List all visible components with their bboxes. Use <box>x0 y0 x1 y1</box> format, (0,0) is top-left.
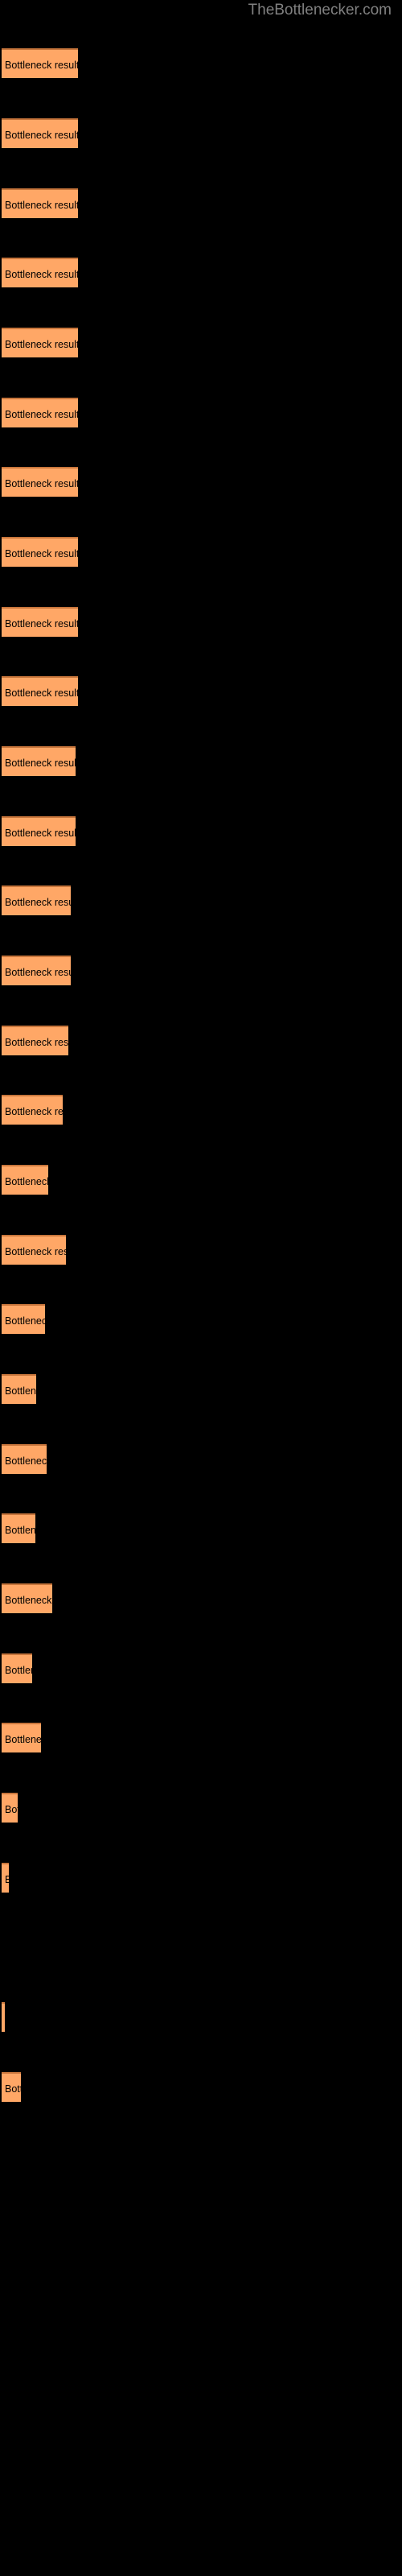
bar-label: Bottleneck result <box>5 1315 45 1327</box>
bar-label: Bottleneck result <box>5 828 76 839</box>
bar-label: Bottleneck result <box>5 1176 48 1187</box>
bar[interactable]: Bottleneck result <box>2 1374 36 1404</box>
bar-label: Bottleneck result <box>5 409 78 420</box>
bar[interactable]: Bottleneck result <box>2 1583 52 1613</box>
bar[interactable]: Bottleneck result <box>2 398 78 427</box>
bar[interactable]: Bottleneck result <box>2 2072 21 2102</box>
bar[interactable]: Bottleneck result <box>2 746 76 776</box>
bar[interactable]: Bottleneck result <box>2 1235 66 1265</box>
bar-label: Bottleneck result <box>5 1385 36 1397</box>
bar[interactable]: Bottleneck result <box>2 1863 9 1893</box>
bar-label: Bottleneck result <box>5 1864 9 1893</box>
bar[interactable]: Bottleneck result <box>2 607 78 637</box>
bar[interactable]: Bottleneck result <box>2 1444 47 1474</box>
bar[interactable]: Bottleneck result <box>2 1095 63 1125</box>
bar[interactable]: Bottleneck result <box>2 467 78 497</box>
bar-label: Bottleneck result <box>5 2083 21 2095</box>
bar[interactable]: Bottleneck result <box>2 816 76 846</box>
bar-label: Bottleneck result <box>5 1455 47 1467</box>
bar[interactable]: Bottleneck result <box>2 537 78 567</box>
bar-label: Bottleneck result <box>5 897 71 908</box>
bar[interactable]: Bottleneck result <box>2 188 78 218</box>
bar[interactable]: Bottleneck result <box>2 2002 5 2032</box>
bar-label: Bottleneck result <box>5 758 76 769</box>
bar-series: Bottleneck result Bottleneck result Bottle… <box>0 0 402 2576</box>
bar-label: Bottleneck result <box>5 1525 35 1536</box>
bar-label: Bottleneck result <box>5 130 78 141</box>
bar[interactable]: Bottleneck result <box>2 118 78 148</box>
bar-label: Bottleneck result <box>5 548 78 559</box>
bar-label: Bottleneck result <box>5 1665 32 1676</box>
bottleneck-bar-chart: TheBottlenecker.com Bottleneck result Bot… <box>0 0 402 2576</box>
bar[interactable]: Bottleneck result <box>2 1723 41 1752</box>
bar[interactable]: Bottleneck result <box>2 1793 18 1823</box>
bar-label: Bottleneck result <box>5 1734 41 1745</box>
bar-label: Bottleneck result <box>5 687 78 699</box>
bar[interactable]: Bottleneck result <box>2 1304 45 1334</box>
bar[interactable]: Bottleneck result <box>2 258 78 287</box>
bar[interactable]: Bottleneck result <box>2 1026 68 1055</box>
bar[interactable]: Bottleneck result <box>2 328 78 357</box>
bar-label: Bottleneck result <box>5 967 71 978</box>
bar[interactable]: Bottleneck result <box>2 1513 35 1543</box>
bar[interactable]: Bottleneck result <box>2 956 71 985</box>
bar[interactable]: Bottleneck result <box>2 676 78 706</box>
bar-label: Bottleneck result <box>5 478 78 489</box>
bar-label: Bottleneck result <box>5 1595 52 1606</box>
bar[interactable]: Bottleneck result <box>2 1653 32 1683</box>
bar-label: Bottleneck result <box>5 1106 63 1117</box>
bar-label: Bottleneck result <box>5 1037 68 1048</box>
bar-label: Bottleneck result <box>5 269 78 280</box>
bar-label: Bottleneck result <box>5 1804 18 1815</box>
bar-label: Bottleneck result <box>5 200 78 211</box>
bar[interactable]: Bottleneck result <box>2 886 71 915</box>
bar[interactable]: Bottleneck result <box>2 48 78 78</box>
bar-label: Bottleneck result <box>5 1246 66 1257</box>
bar-label: Bottleneck result <box>5 339 78 350</box>
bar-label: Bottleneck result <box>5 618 78 630</box>
bar[interactable]: Bottleneck result <box>2 1165 48 1195</box>
bar-label: Bottleneck result <box>5 60 78 71</box>
